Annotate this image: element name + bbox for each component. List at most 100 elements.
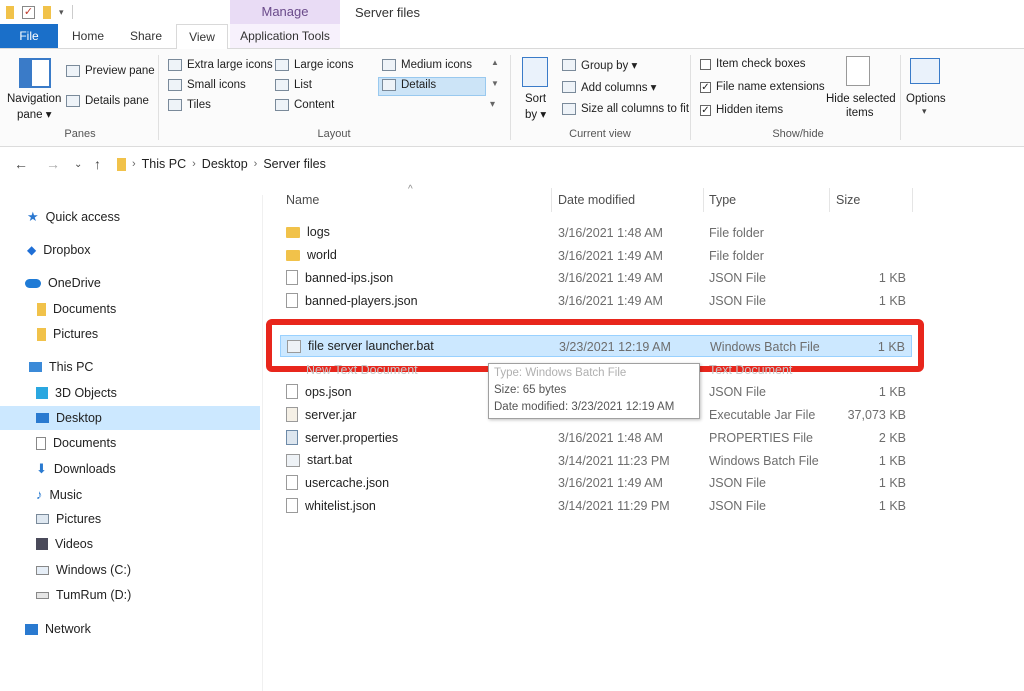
tab-application-tools[interactable]: Application Tools [230,24,340,48]
navigation-pane-dropdown[interactable]: pane ▾ [17,107,52,121]
column-header-type[interactable]: Type [709,193,736,207]
group-label-show-hide: Show/hide [772,128,824,140]
size-all-columns-button[interactable]: Size all columns to fit [562,103,689,115]
folder-icon[interactable] [6,5,14,19]
column-header-size[interactable]: Size [836,193,860,207]
hide-selected-button[interactable]: Hide selected [826,93,896,105]
file-name: ops.json [305,384,352,399]
nav-windows-c[interactable]: Windows (C:) [36,563,131,577]
nav-downloads[interactable]: ⬇ Downloads [36,461,116,477]
layout-details[interactable]: Details [382,79,436,91]
nav-dropbox[interactable]: ◆ Dropbox [27,243,90,257]
layout-content[interactable]: Content [275,99,334,111]
preview-pane-button[interactable]: Preview pane [66,65,155,77]
tab-home[interactable]: Home [58,24,118,48]
nav-3d-objects[interactable]: 3D Objects [36,386,117,400]
file-type: File folder [709,249,764,263]
ribbon-separator [690,55,691,140]
column-header-name[interactable]: Name [286,193,319,207]
layout-small-icons[interactable]: Small icons [168,79,246,91]
column-divider[interactable] [551,188,552,212]
details-pane-button[interactable]: Details pane [66,95,149,107]
breadcrumb-server-files[interactable]: Server files [263,157,326,171]
layout-extra-large-icons[interactable]: Extra large icons [168,59,273,71]
nav-this-pc[interactable]: This PC [29,360,93,374]
file-name: whitelist.json [305,498,376,513]
file-row-usercache[interactable]: usercache.json 3/16/2021 1:49 AM JSON Fi… [280,472,912,494]
file-name: start.bat [307,453,353,467]
file-row-start-bat[interactable]: start.bat 3/14/2021 11:23 PM Windows Bat… [280,450,912,472]
nav-pictures[interactable]: Pictures [36,512,101,526]
file-type: JSON File [709,271,766,285]
nav-onedrive[interactable]: OneDrive [25,276,101,290]
forward-arrow-icon[interactable]: → [46,156,60,172]
file-row-logs[interactable]: logs 3/16/2021 1:48 AM File folder [280,222,912,244]
nav-music[interactable]: ♪ Music [36,487,82,502]
extra-large-icons-label: Extra large icons [187,59,273,71]
layout-tiles[interactable]: Tiles [168,99,211,111]
layout-large-icons[interactable]: Large icons [275,59,353,71]
item-check-boxes-checkbox[interactable]: Item check boxes [700,58,805,70]
nav-network[interactable]: Network [25,622,91,636]
tab-view[interactable]: View [176,24,228,50]
add-columns-button[interactable]: Add columns ▾ [562,80,656,94]
nav-onedrive-documents[interactable]: Documents [37,302,116,316]
layout-more-icon[interactable]: ▾ [490,99,495,110]
file-name: world [307,248,337,262]
add-columns-label: Add columns ▾ [581,82,657,94]
tab-file[interactable]: File [0,24,58,48]
breadcrumb-separator-icon[interactable]: › [192,158,196,170]
back-arrow-icon[interactable]: ← [14,156,28,172]
file-size: 37,073 KB [847,408,906,422]
breadcrumb-this-pc[interactable]: This PC [142,157,186,171]
options-button[interactable]: Options [906,93,946,105]
desktop-icon [36,413,49,423]
options-icon[interactable] [910,58,940,84]
column-divider[interactable] [703,188,704,212]
file-name: logs [307,225,330,239]
file-type: PROPERTIES File [709,431,813,445]
navigation-pane-icon[interactable] [19,58,51,88]
nav-videos[interactable]: Videos [36,537,93,551]
layout-scroll-down-icon[interactable]: ▼ [491,79,499,88]
file-row-world[interactable]: world 3/16/2021 1:49 AM File folder [280,245,912,267]
nav-onedrive-pictures[interactable]: Pictures [37,327,98,341]
file-row-whitelist[interactable]: whitelist.json 3/14/2021 11:29 PM JSON F… [280,495,912,517]
navigation-pane-button[interactable]: Navigation [7,93,61,105]
sort-by-button[interactable]: Sort [525,93,546,105]
up-arrow-icon[interactable]: ↑ [94,156,101,172]
sort-by-icon[interactable] [522,57,548,87]
list-label: List [294,79,312,91]
new-folder-icon[interactable] [43,5,51,19]
tab-share[interactable]: Share [120,24,172,48]
options-dropdown-icon[interactable]: ▾ [922,106,927,117]
nav-quick-access[interactable]: ★ Quick access [27,209,120,225]
breadcrumb-desktop[interactable]: Desktop [202,157,248,171]
nav-documents[interactable]: Documents [36,436,116,450]
file-name-extensions-checkbox[interactable]: ✓ File name extensions [700,81,825,93]
column-header-date-modified[interactable]: Date modified [558,193,635,207]
nav-tumrum-d[interactable]: TumRum (D:) [36,588,131,602]
column-divider[interactable] [829,188,830,212]
nav-windows-c-label: Windows (C:) [56,563,132,577]
properties-check-icon[interactable]: ✓ [22,5,35,19]
file-name: banned-ips.json [305,270,394,285]
customize-toolbar-icon[interactable]: ▾ [59,7,64,18]
file-row-server-properties[interactable]: server.properties 3/16/2021 1:48 AM PROP… [280,427,912,449]
hidden-items-checkbox[interactable]: ✓ Hidden items [700,104,783,116]
column-divider[interactable] [912,188,913,212]
sort-by-dropdown[interactable]: by ▾ [525,107,546,121]
breadcrumb-separator-icon[interactable]: › [132,158,136,170]
hide-selected-icon[interactable] [846,56,870,86]
file-row-banned-ips[interactable]: banned-ips.json 3/16/2021 1:49 AM JSON F… [280,267,912,289]
file-row-banned-players[interactable]: banned-players.json 3/16/2021 1:49 AM JS… [280,290,912,312]
layout-scroll-up-icon[interactable]: ▲ [491,58,499,67]
layout-medium-icons[interactable]: Medium icons [382,59,472,71]
nav-desktop[interactable]: Desktop [36,411,102,425]
recent-locations-icon[interactable]: ⌄ [74,159,82,170]
breadcrumb-separator-icon[interactable]: › [254,158,258,170]
group-by-button[interactable]: Group by ▾ [562,58,637,72]
layout-list[interactable]: List [275,79,312,91]
manage-tab[interactable]: Manage [230,0,340,24]
breadcrumb: › This PC › Desktop › Server files [117,157,326,171]
